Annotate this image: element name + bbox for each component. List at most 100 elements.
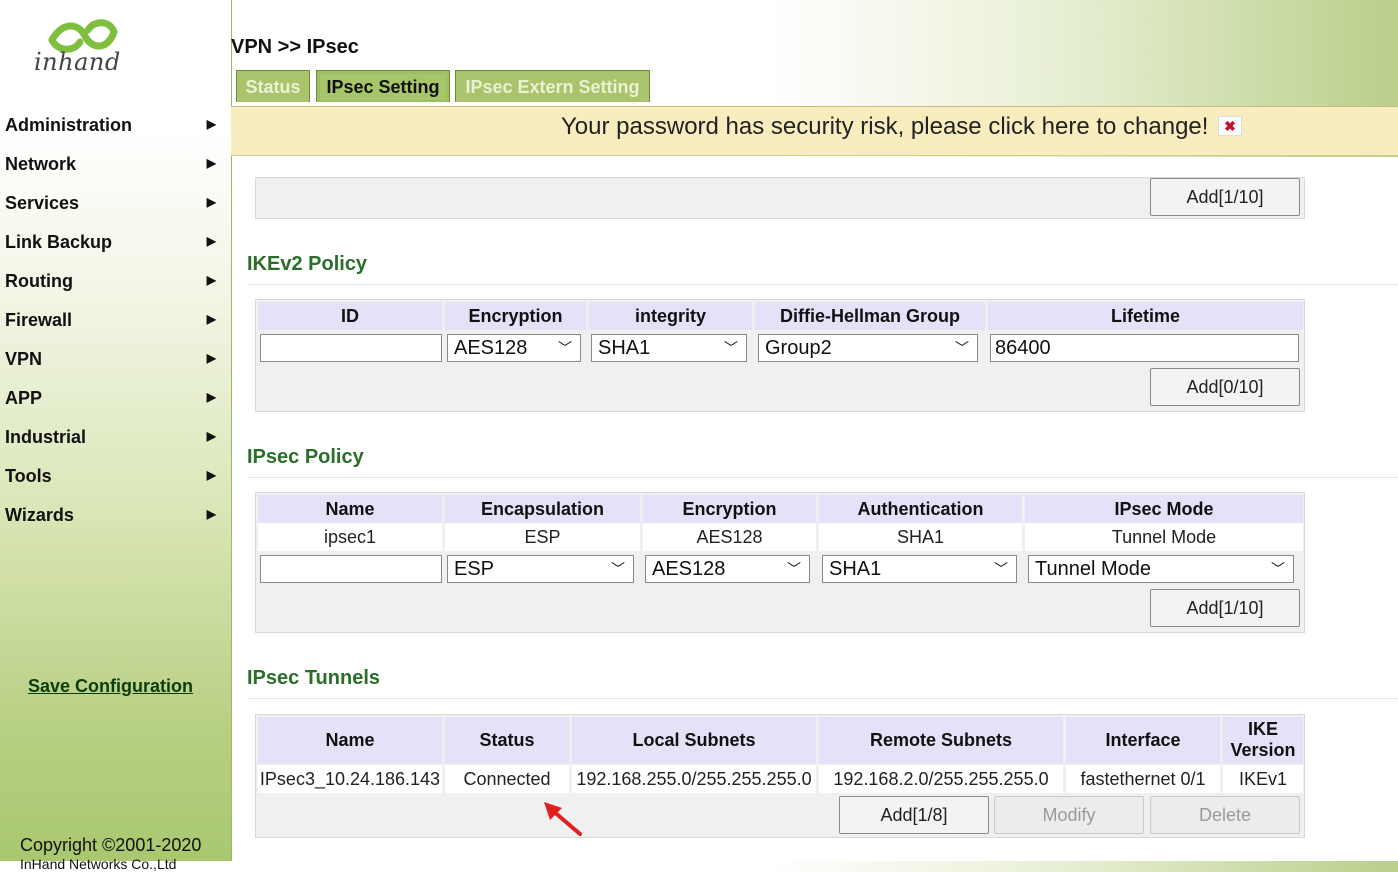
- sidebar: inhand Administration ▶ Network ▶ Servic…: [0, 0, 232, 872]
- tab-label: Status: [245, 77, 301, 97]
- password-warning-link[interactable]: Your password has security risk, please …: [561, 113, 1208, 141]
- chevron-down-icon: ﹀: [611, 561, 625, 577]
- column-header: Interface: [1066, 717, 1220, 764]
- close-icon[interactable]: ✖: [1218, 116, 1242, 136]
- ipsec-encryption-select[interactable]: AES128 ﹀: [645, 555, 810, 583]
- column-header: integrity: [589, 302, 752, 330]
- select-value: ESP: [454, 558, 495, 580]
- ipsec-mode-select[interactable]: Tunnel Mode ﹀: [1028, 555, 1294, 583]
- column-header: Diffie-Hellman Group: [755, 302, 985, 330]
- table-cell: SHA1: [819, 523, 1022, 551]
- breadcrumb: VPN >> IPsec: [231, 36, 359, 58]
- column-header: Encryption: [643, 495, 816, 523]
- column-header: Status: [445, 717, 569, 764]
- column-header: Remote Subnets: [819, 717, 1063, 764]
- sidebar-item-wizards[interactable]: Wizards ▶: [5, 505, 220, 529]
- column-header: Lifetime: [988, 302, 1303, 330]
- caret-right-icon: ▶: [206, 156, 216, 170]
- column-header: IPsec Mode: [1025, 495, 1303, 523]
- sidebar-item-label: Wizards: [5, 505, 74, 525]
- sidebar-item-administration[interactable]: Administration ▶: [5, 115, 220, 139]
- sidebar-item-tools[interactable]: Tools ▶: [5, 466, 220, 490]
- sidebar-item-services[interactable]: Services ▶: [5, 193, 220, 217]
- ike-policy-panel-tail: Add[1/10]: [255, 177, 1305, 219]
- sidebar-item-routing[interactable]: Routing ▶: [5, 271, 220, 295]
- tab-label: IPsec Setting: [320, 74, 446, 100]
- main-content: Add[1/10] IKEv2 Policy ID Encryption int…: [232, 157, 1398, 861]
- chevron-down-icon: ﹀: [1271, 561, 1285, 577]
- annotation-arrow-icon: [544, 802, 582, 836]
- table-cell: Tunnel Mode: [1025, 523, 1303, 551]
- sidebar-item-label: VPN: [5, 349, 43, 369]
- table-cell: fastethernet 0/1: [1066, 765, 1220, 793]
- sidebar-item-network[interactable]: Network ▶: [5, 154, 220, 178]
- ikev2-dh-group-select[interactable]: Group2 ﹀: [758, 334, 978, 362]
- save-configuration-link[interactable]: Save Configuration: [28, 676, 193, 697]
- table-cell: AES128: [643, 523, 816, 551]
- chevron-down-icon: ﹀: [724, 340, 738, 356]
- sidebar-item-vpn[interactable]: VPN ▶: [5, 349, 220, 373]
- table-cell: 192.168.255.0/255.255.255.0: [572, 765, 816, 793]
- password-warning-bar: Your password has security risk, please …: [231, 106, 1398, 156]
- section-divider: [247, 477, 1398, 478]
- sidebar-item-label: Firewall: [5, 310, 73, 330]
- caret-right-icon: ▶: [206, 468, 216, 482]
- tab-label: IPsec Extern Setting: [465, 77, 640, 97]
- caret-right-icon: ▶: [206, 273, 216, 287]
- add-ikev2-policy-button[interactable]: Add[0/10]: [1150, 368, 1300, 406]
- tab-ipsec-setting[interactable]: IPsec Setting: [316, 70, 450, 102]
- add-tunnel-button[interactable]: Add[1/8]: [839, 796, 989, 834]
- table-cell: ESP: [445, 523, 640, 551]
- chevron-down-icon: ﹀: [558, 340, 572, 356]
- select-value: Tunnel Mode: [1035, 558, 1151, 580]
- ikev2-id-input[interactable]: [260, 334, 442, 362]
- column-header: Encapsulation: [445, 495, 640, 523]
- ikev2-lifetime-input[interactable]: 86400: [990, 334, 1299, 362]
- column-header: Authentication: [819, 495, 1022, 523]
- ipsec-encapsulation-select[interactable]: ESP ﹀: [447, 555, 634, 583]
- ipsec-authentication-select[interactable]: SHA1 ﹀: [822, 555, 1017, 583]
- ikev2-encryption-select[interactable]: AES128 ﹀: [447, 334, 581, 362]
- section-divider: [247, 284, 1398, 285]
- caret-right-icon: ▶: [206, 117, 216, 131]
- ipsec-policy-title: IPsec Policy: [247, 446, 364, 468]
- section-divider: [247, 698, 1398, 699]
- sidebar-item-industrial[interactable]: Industrial ▶: [5, 427, 220, 451]
- select-value: SHA1: [598, 337, 651, 359]
- add-ike-policy-button[interactable]: Add[1/10]: [1150, 178, 1300, 216]
- table-cell: IKEv1: [1223, 765, 1303, 793]
- add-ipsec-policy-button[interactable]: Add[1/10]: [1150, 589, 1300, 627]
- sidebar-item-label: Tools: [5, 466, 52, 486]
- column-header: Name: [258, 717, 442, 764]
- select-value: AES128: [454, 337, 528, 359]
- sidebar-item-app[interactable]: APP ▶: [5, 388, 220, 412]
- logo-text: inhand: [34, 48, 121, 76]
- ipsec-tunnels-title: IPsec Tunnels: [247, 667, 381, 689]
- caret-right-icon: ▶: [206, 429, 216, 443]
- ikev2-policy-panel: ID Encryption integrity Diffie-Hellman G…: [255, 299, 1305, 412]
- caret-right-icon: ▶: [206, 195, 216, 209]
- tab-status[interactable]: Status: [236, 70, 310, 102]
- status-badge: Connected: [445, 765, 569, 793]
- ipsec-policy-panel: Name Encapsulation Encryption Authentica…: [255, 492, 1305, 633]
- tab-ipsec-extern-setting[interactable]: IPsec Extern Setting: [455, 70, 650, 102]
- select-value: Group2: [765, 337, 832, 359]
- sidebar-item-label: Industrial: [5, 427, 87, 447]
- chevron-down-icon: ﹀: [955, 340, 969, 356]
- delete-tunnel-button[interactable]: Delete: [1150, 796, 1300, 834]
- caret-right-icon: ▶: [206, 351, 216, 365]
- copyright-company: InHand Networks Co.,Ltd: [20, 856, 177, 872]
- chevron-down-icon: ﹀: [787, 561, 801, 577]
- ikev2-integrity-select[interactable]: SHA1 ﹀: [591, 334, 747, 362]
- copyright: Copyright ©2001-2020: [20, 835, 202, 855]
- caret-right-icon: ▶: [206, 390, 216, 404]
- table-cell: 192.168.2.0/255.255.255.0: [819, 765, 1063, 793]
- caret-right-icon: ▶: [206, 312, 216, 326]
- column-header: Encryption: [445, 302, 586, 330]
- column-header: Name: [258, 495, 442, 523]
- sidebar-item-firewall[interactable]: Firewall ▶: [5, 310, 220, 334]
- sidebar-item-link-backup[interactable]: Link Backup ▶: [5, 232, 220, 256]
- ipsec-name-input[interactable]: [260, 555, 442, 583]
- modify-tunnel-button[interactable]: Modify: [994, 796, 1144, 834]
- select-value: AES128: [652, 558, 726, 580]
